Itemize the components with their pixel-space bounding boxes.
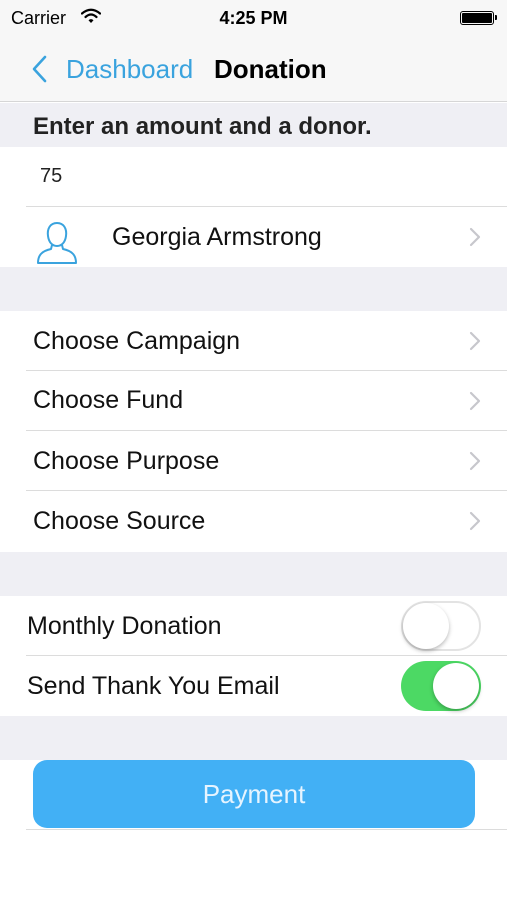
toggle-knob [433, 663, 479, 709]
group-spacer [0, 267, 507, 311]
back-button[interactable]: Dashboard [30, 51, 193, 87]
chevron-right-icon [469, 227, 481, 247]
divider [26, 829, 507, 830]
amount-field[interactable] [40, 161, 460, 191]
payment-button[interactable]: Payment [33, 760, 475, 828]
thank-you-email-row: Send Thank You Email [0, 656, 507, 716]
chevron-right-icon [469, 331, 481, 351]
group-spacer [0, 552, 507, 596]
person-icon [37, 221, 77, 264]
choose-purpose-row[interactable]: Choose Purpose [0, 431, 507, 491]
back-button-label: Dashboard [66, 53, 194, 84]
toggle-knob [403, 603, 449, 649]
thank-you-email-toggle[interactable] [401, 661, 481, 711]
choose-campaign-label: Choose Campaign [33, 327, 241, 355]
amount-cell [0, 147, 507, 207]
monthly-donation-row: Monthly Donation [0, 596, 507, 656]
battery-icon [460, 11, 497, 25]
thank-you-email-label: Send Thank You Email [27, 672, 280, 700]
page-title: Donation [214, 54, 327, 84]
chevron-right-icon [469, 451, 481, 471]
choose-fund-row[interactable]: Choose Fund [0, 371, 507, 431]
chevron-right-icon [469, 391, 481, 411]
choose-fund-label: Choose Fund [33, 386, 184, 414]
choose-source-row[interactable]: Choose Source [0, 491, 507, 552]
group-spacer [0, 716, 507, 760]
section-header-label: Enter an amount and a donor. [33, 113, 372, 140]
section-header: Enter an amount and a donor. [0, 103, 507, 147]
chevron-left-icon [32, 55, 47, 83]
donor-row[interactable]: Georgia Armstrong [0, 207, 507, 267]
monthly-donation-label: Monthly Donation [27, 612, 222, 640]
donor-name: Georgia Armstrong [112, 223, 322, 251]
choose-campaign-row[interactable]: Choose Campaign [0, 311, 507, 371]
status-bar: Carrier 4:25 PM [0, 0, 507, 36]
monthly-donation-toggle[interactable] [401, 601, 481, 651]
choose-purpose-label: Choose Purpose [33, 447, 220, 475]
navigation-bar: Dashboard Donation [0, 36, 507, 102]
chevron-right-icon [469, 511, 481, 531]
choose-source-label: Choose Source [33, 507, 206, 535]
clock: 4:25 PM [219, 8, 288, 28]
